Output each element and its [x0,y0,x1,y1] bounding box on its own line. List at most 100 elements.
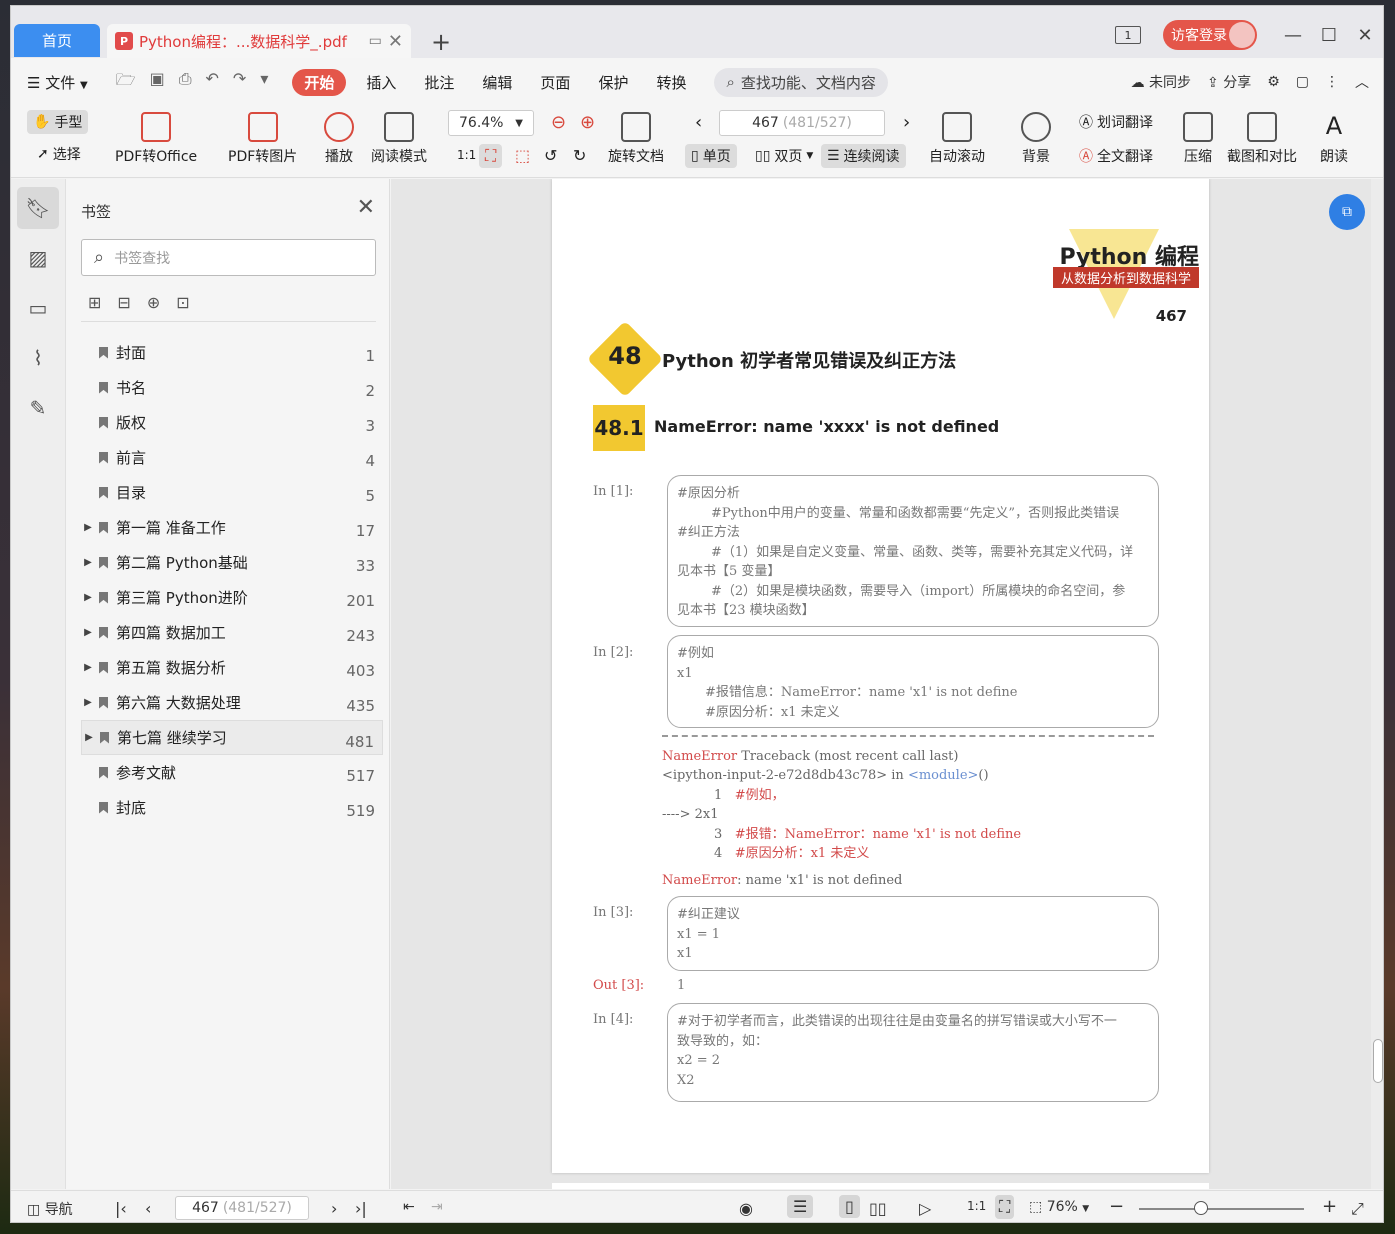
close-window-icon[interactable]: ✕ [1347,25,1383,46]
double-page-button[interactable]: ▯▯ 双页 ▼ [749,144,819,168]
menu-edit[interactable]: 编辑 [482,72,512,93]
expand-arrow-icon[interactable]: ▶ [81,662,95,673]
expand-arrow-icon[interactable]: ▶ [81,557,95,568]
fullscreen-icon[interactable]: ⤢ [1351,1199,1364,1219]
bookmark-item[interactable]: 前言 4 [81,440,383,475]
bookmark-icon[interactable]: 🔖︎ [17,187,59,229]
tab-home[interactable]: 首页 [14,24,100,57]
double-view-icon[interactable]: ▯▯ [869,1199,887,1218]
minimize-icon[interactable]: — [1275,25,1311,46]
zoom-out-icon[interactable]: ⊖ [545,110,572,135]
file-menu[interactable]: ☰ 文件 ▼ [27,72,88,93]
zoom-in-icon[interactable]: + [1322,1196,1337,1217]
bookmark-item[interactable]: ▶ 第一篇 准备工作 17 [81,510,383,545]
redo-icon[interactable]: ↷ [233,69,246,96]
undo-icon[interactable]: ↶ [206,69,219,96]
screenshot-compare-button[interactable]: 截图和对比 [1227,112,1297,166]
actual-size-icon[interactable]: 1:1 [451,146,482,164]
vertical-scrollbar[interactable] [1371,179,1383,1189]
actual-size-icon[interactable]: 1:1 [967,1199,986,1213]
more-icon[interactable]: ⋮ [1325,74,1339,90]
add-bookmark-icon[interactable]: ⊕ [147,293,160,312]
rotate-right-icon[interactable]: ↻ [567,144,592,167]
read-aloud-button[interactable]: A 朗读 [1319,112,1349,166]
new-tab-button[interactable]: + [431,28,451,56]
expand-arrow-icon[interactable]: ▶ [81,697,95,708]
menu-protect[interactable]: 保护 [598,72,628,93]
sync-status[interactable]: ☁ 未同步 [1131,72,1191,92]
navigation-toggle[interactable]: ◫ 导航 [27,1199,73,1219]
screen-capture-icon[interactable]: ⧉ [1329,194,1365,230]
menu-annotate[interactable]: 批注 [424,72,454,93]
full-translate-button[interactable]: Ⓐ 全文翻译 [1073,144,1159,168]
zoom-in-icon[interactable]: ⊕ [574,110,601,135]
fit-page-icon[interactable]: ⛶ [995,1195,1015,1219]
expand-arrow-icon[interactable]: ▶ [82,732,96,743]
pdf-to-image-button[interactable]: PDF转图片 [228,112,297,166]
bookmark-search-input[interactable]: ⌕ 书签查找 [81,239,376,276]
menu-convert[interactable]: 转换 [656,72,686,93]
scrollbar-thumb[interactable] [1373,1039,1383,1083]
print-icon[interactable]: ⎙ [179,69,192,96]
collapse-all-icon[interactable]: ⊟ [117,293,130,312]
document-viewport[interactable]: Python 编程 从数据分析到数据科学 467 48 Python 初学者常见… [391,179,1383,1189]
guest-login-button[interactable]: 访客登录 [1163,20,1257,50]
single-view-icon[interactable]: ▯ [839,1195,860,1218]
bookmark-item[interactable]: 封面 1 [81,335,383,370]
save-icon[interactable]: ▣ [150,69,165,96]
status-page-input[interactable]: 467 (481/527) [175,1196,309,1220]
pdf-to-office-button[interactable]: PDF转Office [115,112,197,166]
bookmark-item[interactable]: 版权 3 [81,405,383,440]
bookmark-item[interactable]: 书名 2 [81,370,383,405]
word-translate-button[interactable]: Ⓐ 划词翻译 [1073,110,1159,134]
bookmark-item[interactable]: ▶ 第二篇 Python基础 33 [81,545,383,580]
thumbnail-icon[interactable]: ▨ [17,237,59,279]
next-page-icon[interactable]: › [897,110,916,135]
continuous-read-button[interactable]: ☰ 连续阅读 [821,144,906,168]
rotate-document-button[interactable]: 旋转文档 [608,112,664,166]
last-page-icon[interactable]: ›| [355,1199,367,1218]
read-mode-button[interactable]: 阅读模式 [371,112,427,166]
play-button[interactable]: 播放 [324,112,354,166]
auto-scroll-button[interactable]: 自动滚动 [929,112,985,166]
attachment-icon[interactable]: ⌇ [17,337,59,379]
open-folder-icon[interactable]: 🗁 [116,69,136,96]
comment-icon[interactable]: ▢ [1296,74,1309,90]
menu-page[interactable]: 页面 [540,72,570,93]
single-page-button[interactable]: ▯ 单页 [685,144,737,168]
tab-document[interactable]: P Python编程：...数据科学_.pdf ▭ ✕ [107,24,411,58]
bookmark-item[interactable]: 封底 519 [81,790,383,825]
expand-arrow-icon[interactable]: ▶ [81,627,95,638]
rotate-left-icon[interactable]: ↺ [538,144,563,167]
expand-all-icon[interactable]: ⊞ [88,293,101,312]
prev-page-icon[interactable]: ‹ [145,1199,151,1218]
bookmark-item[interactable]: 目录 5 [81,475,383,510]
function-search[interactable]: ⌕ 查找功能、文档内容 [714,67,888,97]
zoom-slider[interactable] [1139,1208,1304,1210]
play-icon[interactable]: ▷ [919,1199,931,1218]
fit-page-icon[interactable]: ⛶ [479,144,503,168]
status-zoom-select[interactable]: ⬚ 76% ▼ [1029,1199,1089,1215]
first-page-icon[interactable]: |‹ [115,1199,127,1218]
bookmark-item[interactable]: ▶ 第四篇 数据加工 243 [81,615,383,650]
prev-page-icon[interactable]: ‹ [689,110,708,135]
hand-tool-button[interactable]: ✋ 手型 [27,110,89,134]
bookmark-item[interactable]: ▶ 第六篇 大数据处理 435 [81,685,383,720]
zoom-out-icon[interactable]: − [1109,1196,1124,1217]
more-dropdown-icon[interactable]: ▾ [260,69,268,96]
fit-width-icon[interactable]: ⬚ [509,144,536,167]
continuous-view-icon[interactable]: ☰ [787,1195,814,1218]
zoom-slider-knob[interactable] [1194,1201,1208,1215]
page-input[interactable]: 467 (481/527) [719,110,885,136]
menu-insert[interactable]: 插入 [366,72,396,93]
background-button[interactable]: 背景 [1021,112,1051,166]
delete-bookmark-icon[interactable]: ⊡ [176,293,189,312]
settings-icon[interactable]: ⚙ [1267,74,1280,90]
signature-icon[interactable]: ✎ [17,387,59,429]
collapse-ribbon-icon[interactable]: ︿ [1355,72,1369,92]
expand-arrow-icon[interactable]: ▶ [81,592,95,603]
bookmark-item[interactable]: ▶ 第三篇 Python进阶 201 [81,580,383,615]
close-tab-icon[interactable]: ✕ [388,31,403,52]
menu-start[interactable]: 开始 [292,68,347,96]
bookmark-item[interactable]: 参考文献 517 [81,755,383,790]
